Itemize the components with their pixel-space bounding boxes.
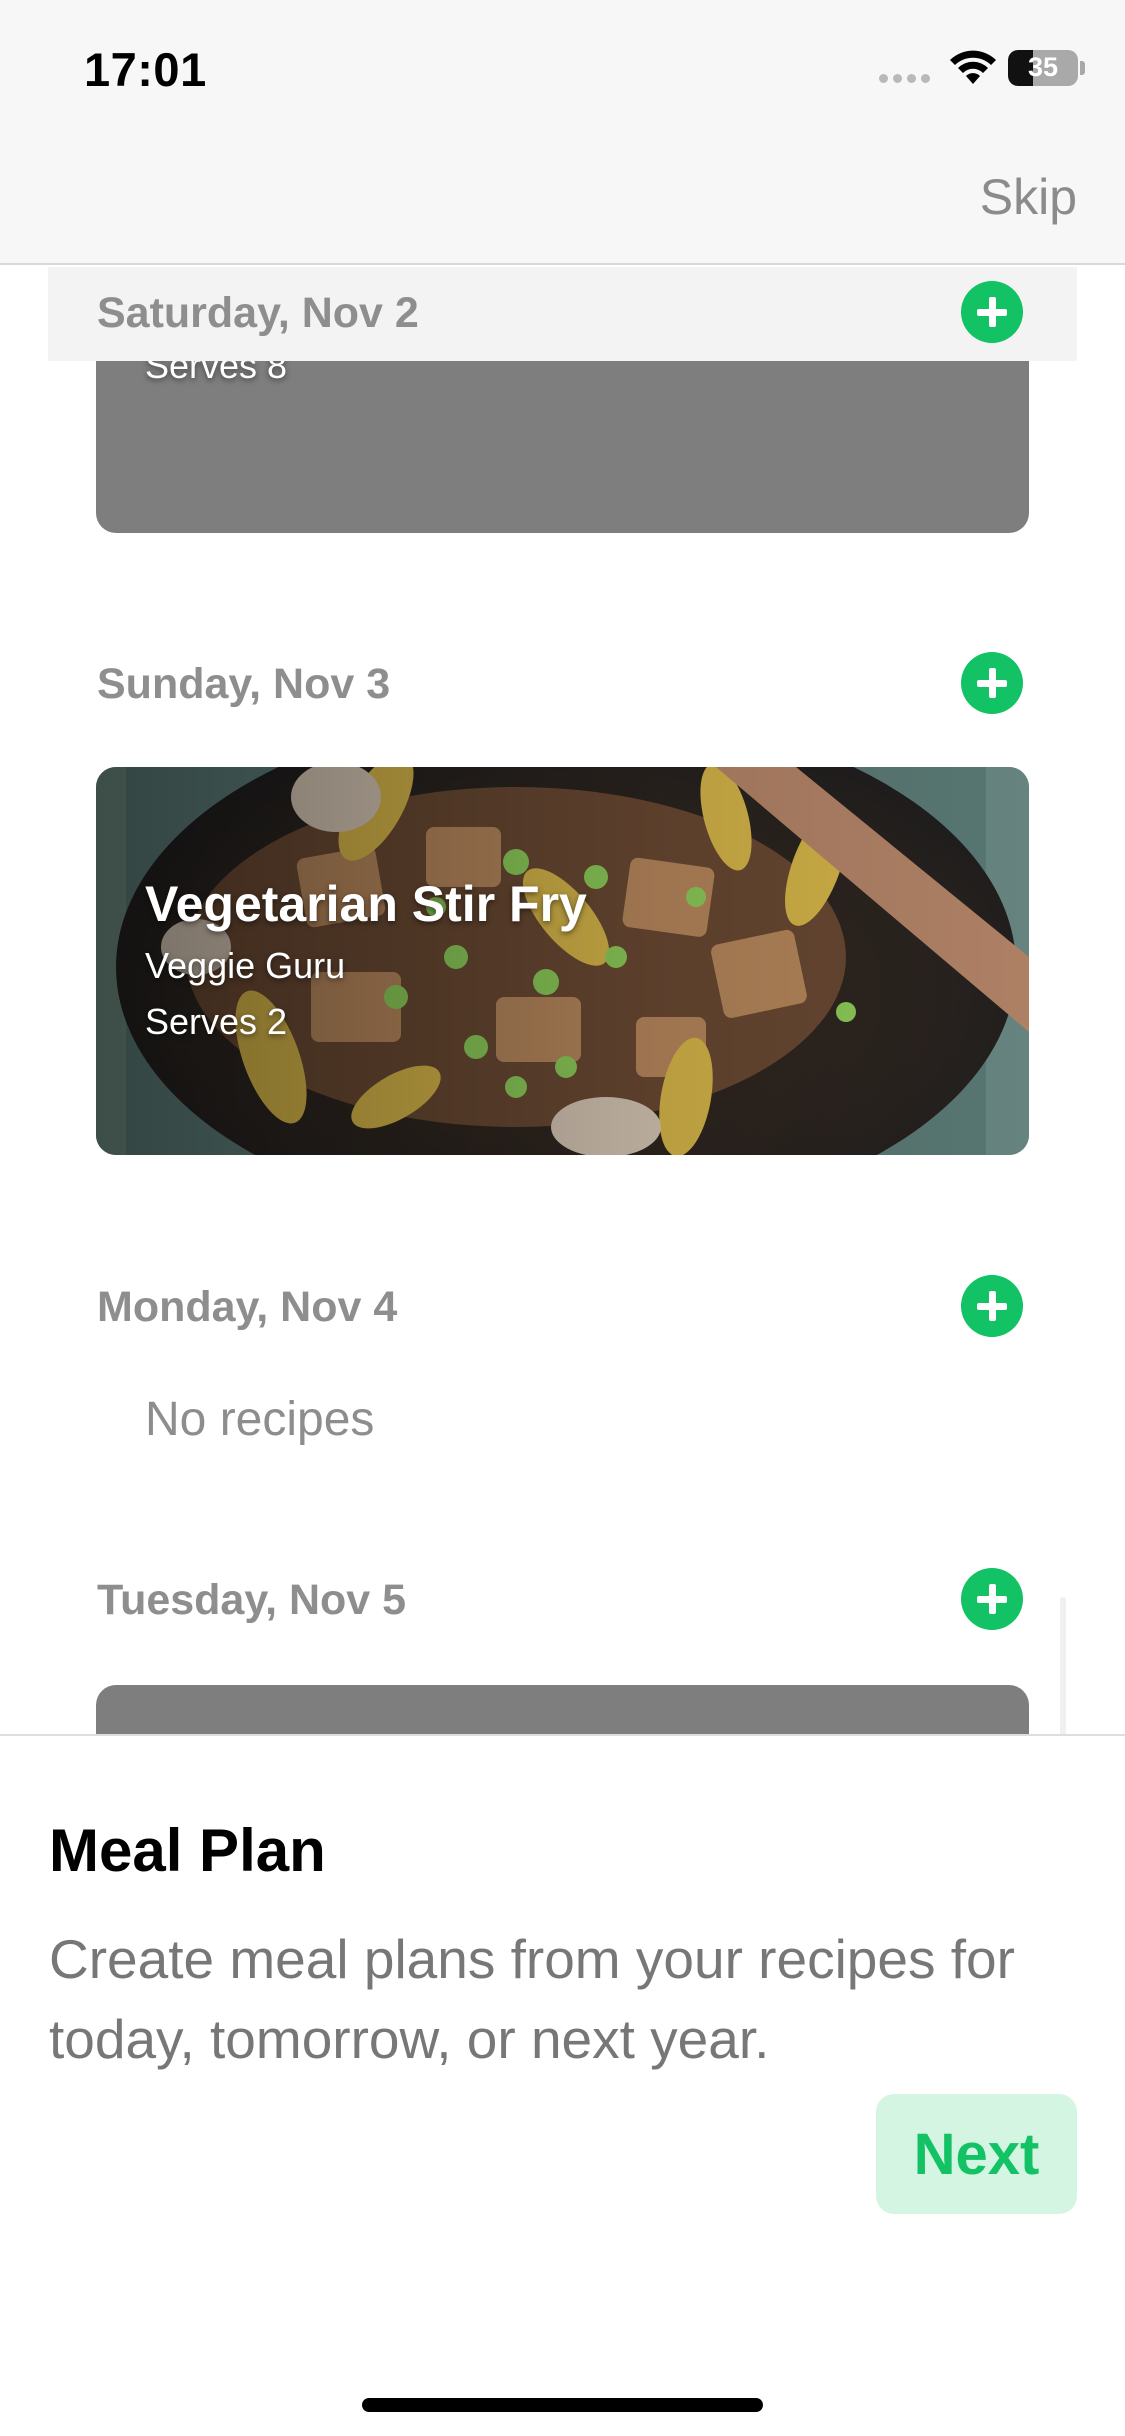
recipe-serves: Serves 2 bbox=[145, 1001, 288, 1042]
recipe-card-tuesday[interactable] bbox=[96, 1685, 1029, 1734]
day-label: Sunday, Nov 3 bbox=[97, 660, 391, 708]
add-recipe-button-sunday[interactable] bbox=[961, 652, 1023, 714]
add-recipe-button-saturday[interactable] bbox=[961, 281, 1023, 343]
battery-tip bbox=[1080, 61, 1085, 75]
day-header-tuesday: Tuesday, Nov 5 bbox=[48, 1554, 1077, 1648]
skip-button[interactable]: Skip bbox=[980, 168, 1077, 226]
status-time: 17:01 bbox=[84, 43, 207, 96]
meal-plan-list[interactable]: Serves 8 Saturday, Nov 2 Sunday, Nov 3 V… bbox=[0, 267, 1125, 1734]
no-recipes-text: No recipes bbox=[145, 1393, 375, 1446]
add-recipe-button-monday[interactable] bbox=[961, 1275, 1023, 1337]
day-header-sunday: Sunday, Nov 3 bbox=[48, 638, 1077, 732]
day-header-saturday: Saturday, Nov 2 bbox=[48, 267, 1077, 361]
cellular-signal-icon bbox=[879, 74, 930, 83]
battery-icon: 35 bbox=[1008, 50, 1078, 86]
sheet-title: Meal Plan bbox=[49, 1817, 326, 1884]
top-bar: 17:01 35 Skip bbox=[0, 0, 1125, 265]
home-indicator[interactable] bbox=[362, 2398, 763, 2412]
sheet-description: Create meal plans from your recipes for … bbox=[49, 1928, 1015, 2070]
recipe-author: Veggie Guru bbox=[145, 945, 346, 986]
scroll-indicator[interactable] bbox=[1060, 1597, 1066, 1734]
onboarding-sheet: Meal Plan Create meal plans from your re… bbox=[0, 1734, 1125, 2436]
wifi-icon bbox=[950, 50, 996, 84]
day-label: Monday, Nov 4 bbox=[97, 1283, 398, 1331]
recipe-title: Vegetarian Stir Fry bbox=[145, 876, 587, 932]
battery-percent: 35 bbox=[1027, 52, 1059, 82]
day-label: Saturday, Nov 2 bbox=[97, 289, 419, 337]
day-label: Tuesday, Nov 5 bbox=[97, 1576, 407, 1624]
next-button[interactable]: Next bbox=[876, 2094, 1077, 2214]
recipe-card-sunday[interactable]: Vegetarian Stir Fry Veggie Guru Serves 2 bbox=[96, 767, 1029, 1155]
add-recipe-button-tuesday[interactable] bbox=[961, 1568, 1023, 1630]
day-header-monday: Monday, Nov 4 bbox=[48, 1261, 1077, 1355]
